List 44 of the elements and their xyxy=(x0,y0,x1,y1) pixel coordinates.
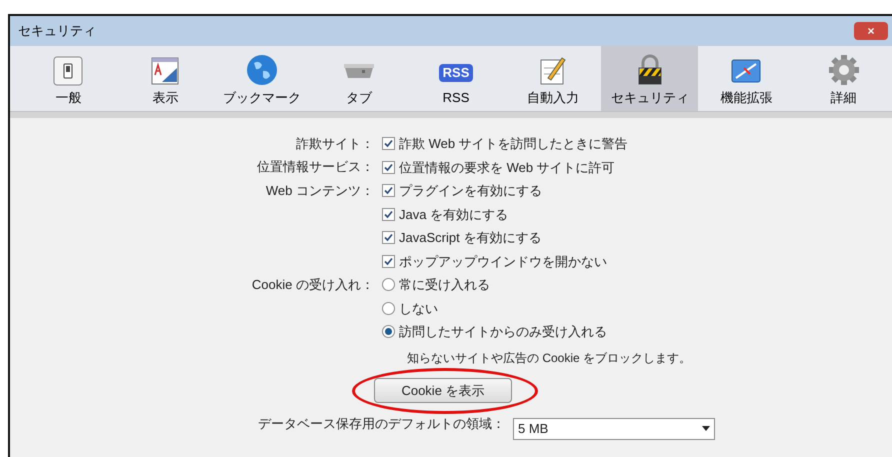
checkbox[interactable] xyxy=(382,184,395,198)
setting-label: Cookie の受け入れ： xyxy=(252,276,374,292)
radio-label: 訪問したサイトからのみ受け入れる xyxy=(399,323,607,341)
toolbar-tab[interactable]: RSS RSS xyxy=(408,46,504,111)
setting-label: 詐欺サイト： xyxy=(296,136,374,151)
checkbox[interactable] xyxy=(382,208,395,221)
radio-button[interactable] xyxy=(382,325,395,338)
size-dropdown[interactable]: 5 MB xyxy=(513,418,715,440)
setting-label: 位置情報サービス： xyxy=(257,159,374,174)
hint-text: 知らないサイトや広告の Cookie をブロックします。 xyxy=(407,350,692,366)
checkbox[interactable] xyxy=(382,231,395,244)
radio-label: しない xyxy=(399,300,438,318)
close-button[interactable]: × xyxy=(854,22,888,40)
checkbox[interactable] xyxy=(382,160,395,174)
document-icon xyxy=(150,56,180,86)
toolbar-tab[interactable]: 表示 xyxy=(116,46,214,111)
checkbox-label: 位置情報の要求を Web サイトに許可 xyxy=(399,158,615,176)
rss-badge: RSS xyxy=(438,64,474,82)
show-cookies-button[interactable]: Cookie を表示 xyxy=(374,378,512,403)
dropdown-arrow-icon xyxy=(702,426,710,431)
checkbox[interactable] xyxy=(382,254,395,268)
switch-icon xyxy=(53,56,84,86)
notepad-pencil-icon xyxy=(538,56,568,86)
checkbox-label: Java を有効にする xyxy=(399,206,508,224)
window-title: セキュリティ xyxy=(18,22,96,40)
toolbar-tab[interactable]: 詳細 xyxy=(795,46,892,111)
setting-label: Web コンテンツ： xyxy=(266,182,374,198)
radio-button[interactable] xyxy=(382,302,395,315)
toolbar-tab[interactable]: 自動入力 xyxy=(504,46,602,111)
toolbar-tab[interactable]: ブックマーク xyxy=(214,46,311,111)
checkbox-label: JavaScript を有効にする xyxy=(399,229,542,247)
checkbox-label: プラグインを有効にする xyxy=(399,182,542,200)
globe-icon xyxy=(246,54,278,86)
toolbar-tab[interactable]: タブ xyxy=(310,46,408,111)
radio-button[interactable] xyxy=(382,278,395,292)
gear-icon xyxy=(828,54,860,86)
checkbox-label: ポップアップウインドウを開かない xyxy=(399,252,607,270)
radio-label: 常に受け入れる xyxy=(399,276,490,294)
toolbar-tab[interactable]: セキュリティ xyxy=(601,46,698,111)
toolbar-tab[interactable]: 一般 xyxy=(20,46,117,111)
checkbox-label: 詐欺 Web サイトを訪問したときに警告 xyxy=(399,135,628,153)
setting-label: データベース保存用のデフォルトの領域： xyxy=(258,415,505,433)
toolbar-tab[interactable]: 機能拡張 xyxy=(698,46,796,111)
checkbox[interactable] xyxy=(382,137,395,150)
